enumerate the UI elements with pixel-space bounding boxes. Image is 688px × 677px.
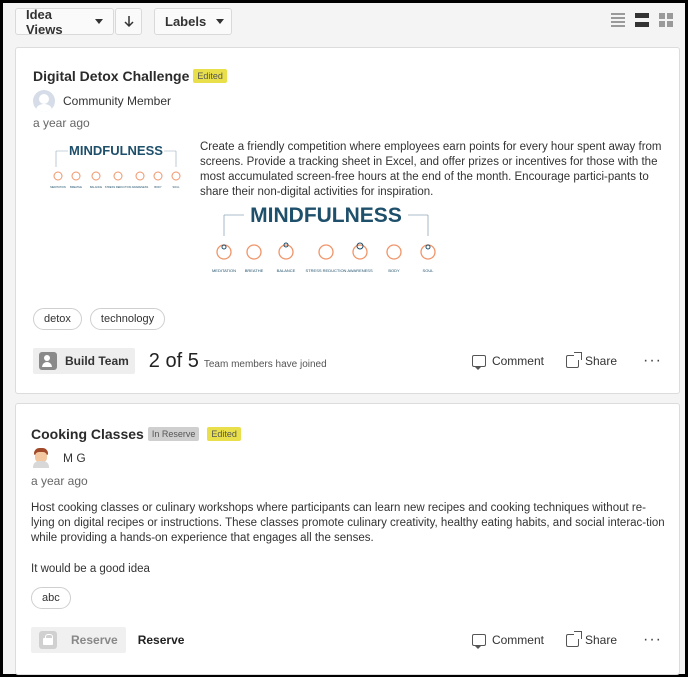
reserve-button-label: Reserve xyxy=(71,633,118,647)
edited-badge: Edited xyxy=(207,427,241,441)
grid-view-icon[interactable] xyxy=(659,13,673,27)
idea-title[interactable]: Cooking Classes xyxy=(31,426,144,442)
more-options-icon[interactable]: ··· xyxy=(643,631,662,649)
right-actions: Comment Share ··· xyxy=(471,630,662,649)
mindfulness-image-large: MINDFULNESS MEDITATION BREATHE BALANCE STR… xyxy=(212,204,436,273)
build-team-label: Build Team xyxy=(65,354,129,368)
labels-label: Labels xyxy=(165,14,207,29)
edited-badge: Edited xyxy=(193,69,227,83)
comment-label: Comment xyxy=(491,633,544,647)
svg-text:MEDITATION: MEDITATION xyxy=(50,185,66,189)
list-view-icon[interactable] xyxy=(611,13,625,27)
team-count-text: Team members have joined xyxy=(203,358,327,370)
mindfulness-text: MINDFULNESS xyxy=(69,143,163,158)
svg-text:AWARENESS: AWARENESS xyxy=(347,268,373,273)
share-icon xyxy=(565,351,582,368)
in-reserve-badge: In Reserve xyxy=(147,427,200,441)
idea-card: Digital Detox Challenge Edited Community… xyxy=(15,47,680,394)
svg-text:STRESS REDUCTION: STRESS REDUCTION xyxy=(306,268,347,273)
reserve-button[interactable]: Reserve xyxy=(31,627,126,653)
author-row: Community Member xyxy=(33,90,171,112)
svg-text:AWARENESS: AWARENESS xyxy=(132,185,149,189)
svg-text:BALANCE: BALANCE xyxy=(277,268,296,273)
comment-button[interactable]: Comment xyxy=(471,633,544,649)
tag-technology[interactable]: technology xyxy=(89,308,166,330)
idea-date: a year ago xyxy=(31,474,88,488)
tag-list: detox technology xyxy=(33,308,166,330)
idea-actions: Reserve Reserve Comment Share ··· xyxy=(31,626,662,654)
share-label: Share xyxy=(584,633,618,647)
add-user-icon xyxy=(39,352,57,370)
build-team-button[interactable]: Build Team xyxy=(33,348,135,374)
idea-title-row: Cooking Classes In Reserve Edited xyxy=(31,426,241,442)
svg-text:BALANCE: BALANCE xyxy=(90,185,102,189)
team-count: 2 of 5 xyxy=(148,349,199,372)
idea-views-dropdown[interactable]: Idea Views xyxy=(15,6,114,37)
share-button[interactable]: Share xyxy=(565,351,618,368)
idea-views-label: Idea Views xyxy=(26,6,63,37)
more-options-icon[interactable]: ··· xyxy=(643,352,662,370)
idea-title-row: Digital Detox Challenge Edited xyxy=(33,68,227,84)
sort-button[interactable] xyxy=(115,8,142,35)
avatar xyxy=(33,90,55,112)
app-frame: Idea Views Labels Digital Detox Challeng… xyxy=(0,0,688,677)
svg-text:BREATHE: BREATHE xyxy=(245,268,264,273)
comment-icon xyxy=(471,355,486,370)
idea-card: Cooking Classes In Reserve Edited M G a … xyxy=(15,403,680,675)
idea-description: Create a friendly competition where empl… xyxy=(200,141,662,198)
reserve-status: Reserve xyxy=(137,633,185,647)
tag-abc[interactable]: abc xyxy=(31,587,71,609)
share-icon xyxy=(565,630,582,647)
share-button[interactable]: Share xyxy=(565,630,618,647)
avatar xyxy=(31,448,51,468)
svg-text:MEDITATION: MEDITATION xyxy=(212,268,236,273)
right-actions: Comment Share ··· xyxy=(471,351,662,370)
svg-text:BODY: BODY xyxy=(154,185,162,189)
tag-detox[interactable]: detox xyxy=(33,308,82,330)
comment-button[interactable]: Comment xyxy=(471,354,544,370)
svg-text:BODY: BODY xyxy=(388,268,400,273)
svg-text:BREATHE: BREATHE xyxy=(70,185,82,189)
lock-icon xyxy=(39,631,57,649)
mindfulness-image: MINDFULNESS MEDITATION BREATHE BALANCE STR… xyxy=(50,143,181,189)
svg-text:SOUL: SOUL xyxy=(172,185,180,189)
share-label: Share xyxy=(584,354,618,368)
author-name: M G xyxy=(63,451,86,465)
comment-label: Comment xyxy=(491,354,544,368)
idea-actions: Build Team 2 of 5 Team members have join… xyxy=(33,347,662,375)
chevron-down-icon xyxy=(216,19,225,24)
idea-date: a year ago xyxy=(33,116,90,130)
toolbar: Idea Views Labels xyxy=(15,6,232,37)
labels-dropdown[interactable]: Labels xyxy=(154,8,232,35)
idea-description: Host cooking classes or culinary worksho… xyxy=(31,502,665,544)
svg-text:SOUL: SOUL xyxy=(423,268,435,273)
tag-list: abc xyxy=(31,587,71,609)
author-row: M G xyxy=(31,448,86,468)
mindfulness-text: MINDFULNESS xyxy=(250,204,402,227)
author-name: Community Member xyxy=(63,94,172,108)
idea-title[interactable]: Digital Detox Challenge xyxy=(33,68,189,84)
medium-view-icon[interactable] xyxy=(635,13,649,27)
svg-text:STRESS REDUCTION: STRESS REDUCTION xyxy=(105,185,132,189)
arrow-down-icon xyxy=(123,15,134,27)
chevron-down-icon xyxy=(95,19,103,24)
idea-note: It would be a good idea xyxy=(31,563,150,575)
comment-icon xyxy=(471,634,486,649)
view-switcher xyxy=(611,13,673,27)
